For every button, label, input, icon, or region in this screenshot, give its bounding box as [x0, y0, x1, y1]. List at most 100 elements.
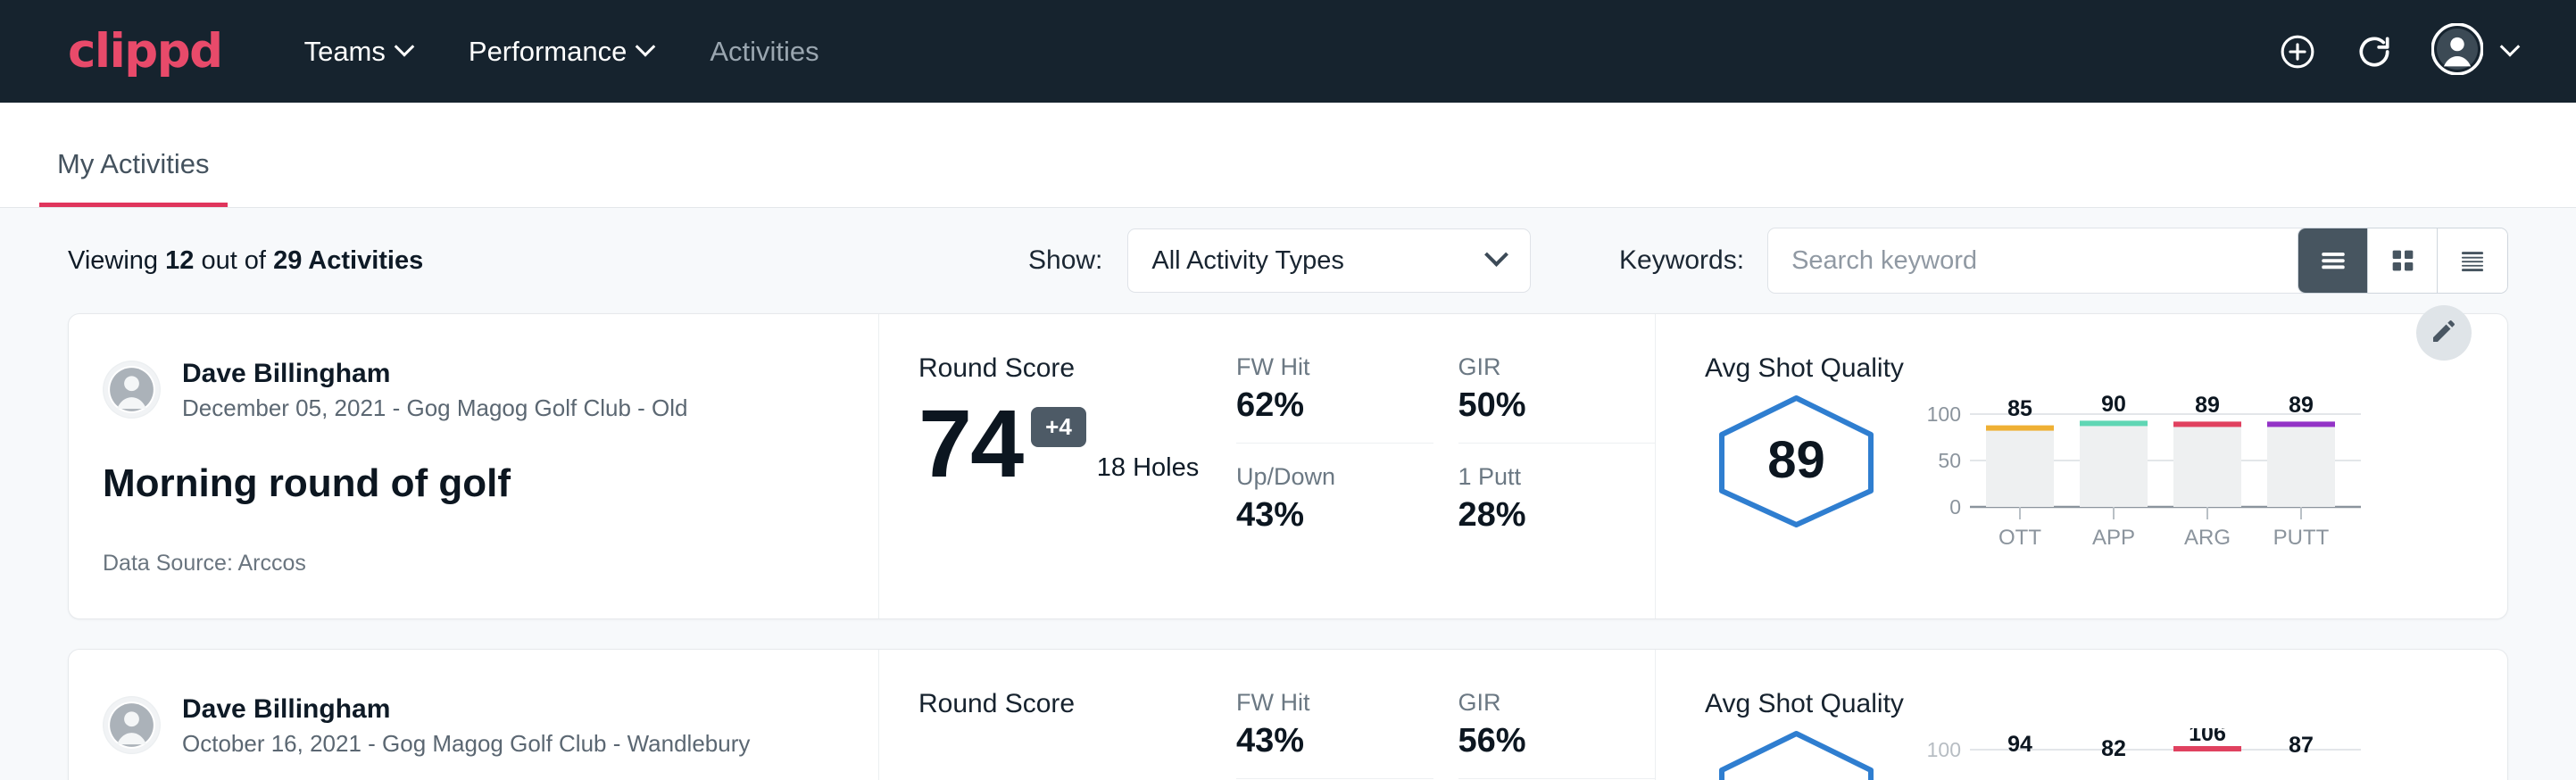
bar-label-ott: OTT: [1998, 526, 2041, 550]
avg-shot-quality-block: Avg Shot Quality 89 100 50 0: [1656, 314, 2507, 618]
primary-nav: Teams Performance Activities: [301, 29, 823, 75]
activity-player-info: Dave Billingham October 16, 2021 - Gog M…: [182, 693, 750, 758]
stat-fw-hit-value: 62%: [1236, 386, 1403, 425]
avatar: [103, 696, 161, 754]
show-label: Show:: [1028, 245, 1102, 276]
y-tick-100: 100: [1927, 738, 1961, 761]
nav-item-performance-label: Performance: [469, 36, 627, 68]
activities-content: Viewing 12 out of 29 Activities Show: Al…: [0, 208, 2576, 780]
search-input[interactable]: [1767, 228, 2367, 294]
bar-value-putt: 89: [2289, 393, 2314, 418]
activity-card[interactable]: Dave Billingham December 05, 2021 - Gog …: [68, 313, 2508, 619]
activity-player-meta: December 05, 2021 - Gog Magog Golf Club …: [182, 394, 688, 422]
round-score-row: 74 +4 18 Holes: [918, 398, 1236, 490]
y-tick-50: 50: [1938, 449, 1961, 472]
account-avatar-icon: [2431, 23, 2483, 79]
avg-shot-quality-block: Avg Shot Quality 100 50 0 94 82 106: [1656, 650, 2507, 780]
avg-shot-quality-label: Avg Shot Quality: [1705, 689, 2507, 719]
page-tabbar: My Activities: [0, 103, 2576, 208]
stat-gir-value: 50%: [1458, 386, 1625, 425]
nav-item-teams[interactable]: Teams: [301, 29, 415, 75]
shot-quality-bar-chart: 100 50 0 85 OTT: [1924, 393, 2370, 576]
nav-item-performance[interactable]: Performance: [465, 29, 656, 75]
nav-item-activities[interactable]: Activities: [706, 29, 822, 75]
bar-value-arg: 89: [2195, 393, 2220, 418]
pencil-icon: [2430, 317, 2458, 350]
round-score-value: 74: [918, 398, 1022, 490]
bar-value-app: 90: [2101, 393, 2126, 417]
stat-up-down-label: Up/Down: [1236, 463, 1403, 491]
activity-card[interactable]: Dave Billingham October 16, 2021 - Gog M…: [68, 649, 2508, 780]
avg-shot-quality-label: Avg Shot Quality: [1705, 353, 2507, 384]
round-score-label: Round Score: [918, 689, 1236, 719]
account-menu[interactable]: [2431, 23, 2517, 79]
activity-card-left: Dave Billingham October 16, 2021 - Gog M…: [69, 650, 879, 780]
bar-label-app: APP: [2092, 526, 2135, 550]
stat-up-down-value: 43%: [1236, 496, 1403, 535]
activity-player-meta: October 16, 2021 - Gog Magog Golf Club -…: [182, 730, 750, 758]
stat-gir-label: GIR: [1458, 689, 1625, 717]
bar-value-putt: 87: [2289, 733, 2314, 758]
keywords-label: Keywords:: [1619, 245, 1744, 276]
stat-up-down: Up/Down 43%: [1236, 463, 1433, 535]
viewing-count: 12: [165, 246, 194, 275]
nav-item-teams-label: Teams: [304, 36, 386, 68]
shot-quality-hexagon-value: 89: [1767, 431, 1825, 489]
chevron-down-icon: [1484, 242, 1508, 266]
filter-toolbar: Viewing 12 out of 29 Activities Show: Al…: [68, 208, 2508, 313]
round-stats-grid: FW Hit 43% GIR 56%: [1236, 650, 1656, 780]
activity-data-source: Data Source: Arccos: [103, 551, 878, 577]
stat-one-putt-value: 28%: [1458, 496, 1625, 535]
plus-circle-icon[interactable]: [2278, 32, 2317, 71]
round-holes-label: 18 Holes: [1097, 453, 1199, 490]
activity-type-select[interactable]: All Activity Types: [1127, 228, 1531, 293]
avg-shot-quality-body: 100 50 0 94 82 106 87: [1705, 728, 2507, 780]
stat-gir: GIR 56%: [1458, 689, 1656, 779]
keywords-filter-group: Keywords:: [1619, 228, 2367, 294]
score-to-par-badge: +4: [1031, 407, 1086, 447]
activity-card-left: Dave Billingham December 05, 2021 - Gog …: [69, 314, 879, 618]
bar-value-arg: 106: [2189, 728, 2226, 746]
stat-fw-hit-label: FW Hit: [1236, 353, 1403, 381]
top-navbar: clippd Teams Performance Activities: [0, 0, 2576, 103]
bar-value-ott: 94: [2007, 732, 2032, 757]
round-score-block: Round Score 74 +4 18 Holes: [879, 314, 1236, 618]
activity-player-name: Dave Billingham: [182, 357, 688, 391]
shot-quality-hexagon: [1705, 728, 1888, 780]
round-stats-grid: FW Hit 62% GIR 50% Up/Down 43% 1 Putt 28…: [1236, 314, 1656, 618]
stat-gir-value: 56%: [1458, 722, 1625, 760]
round-score-label: Round Score: [918, 353, 1236, 384]
viewing-mid: out of: [201, 246, 266, 275]
stat-fw-hit-label: FW Hit: [1236, 689, 1403, 717]
stat-one-putt: 1 Putt 28%: [1458, 463, 1656, 535]
list-view-icon[interactable]: [2298, 228, 2368, 293]
stat-fw-hit: FW Hit 43%: [1236, 689, 1433, 779]
stat-fw-hit: FW Hit 62%: [1236, 353, 1433, 444]
round-score-row: [918, 734, 1236, 755]
stat-gir: GIR 50%: [1458, 353, 1656, 444]
avatar: [103, 361, 161, 419]
activity-player: Dave Billingham December 05, 2021 - Gog …: [103, 357, 878, 422]
activity-player-info: Dave Billingham December 05, 2021 - Gog …: [182, 357, 688, 422]
edit-activity-button[interactable]: [2416, 305, 2472, 361]
stat-fw-hit-value: 43%: [1236, 722, 1403, 760]
chevron-down-icon: [636, 37, 656, 57]
shot-quality-bar-chart: 100 50 0 94 82 106 87: [1924, 728, 2370, 780]
grid-view-icon[interactable]: [2368, 228, 2438, 293]
bar-label-putt: PUTT: [2273, 526, 2330, 550]
show-filter-group: Show: All Activity Types: [1028, 228, 1531, 293]
refresh-icon[interactable]: [2355, 32, 2394, 71]
viewing-summary: Viewing 12 out of 29 Activities: [68, 246, 423, 276]
compact-list-view-icon[interactable]: [2438, 228, 2507, 293]
view-mode-toggle: [2298, 228, 2508, 294]
activity-player: Dave Billingham October 16, 2021 - Gog M…: [103, 693, 878, 758]
clippd-logo[interactable]: clippd: [68, 28, 222, 75]
tab-my-activities[interactable]: My Activities: [39, 150, 228, 207]
stat-one-putt-label: 1 Putt: [1458, 463, 1625, 491]
y-tick-100: 100: [1927, 402, 1961, 426]
nav-item-activities-label: Activities: [710, 36, 819, 68]
activity-player-name: Dave Billingham: [182, 693, 750, 726]
chevron-down-icon: [395, 37, 415, 57]
activity-title: Morning round of golf: [103, 461, 878, 506]
activity-type-select-value: All Activity Types: [1151, 246, 1343, 276]
